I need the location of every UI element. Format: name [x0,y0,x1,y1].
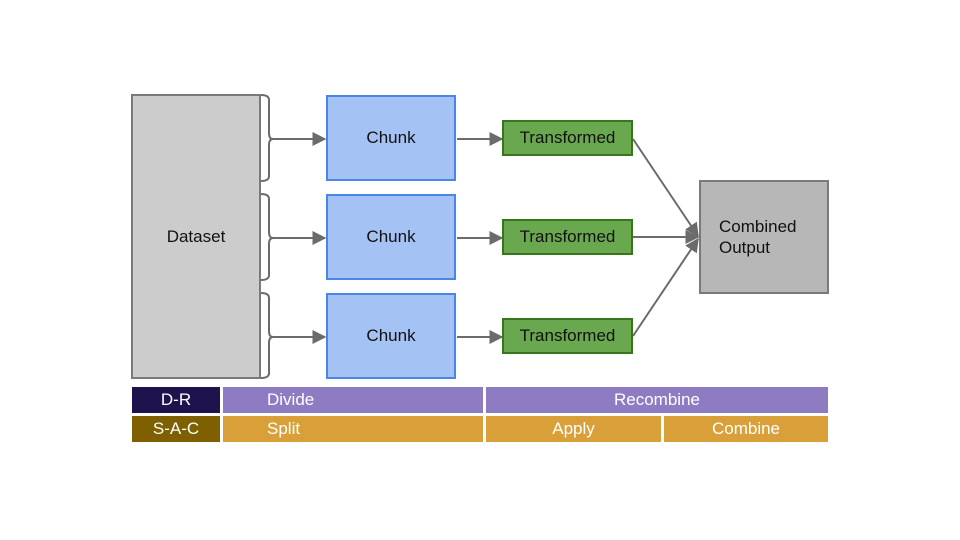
legend-segment-combine: Combine [664,416,828,442]
combined-output-box: Combined Output [699,180,829,294]
chunk-label: Chunk [366,128,416,147]
transformed-label: Transformed [519,227,616,246]
transformed-label: Transformed [519,326,616,345]
transformed-label: Transformed [519,128,616,147]
output-label-line-2: Output [719,238,771,257]
brace-1 [260,94,274,182]
legend-key-dr: D-R [132,387,220,413]
arrow-transformed-output-1 [632,138,699,238]
chunk-label: Chunk [366,227,416,246]
legend-segment-recombine-label: Recombine [614,390,700,409]
legend-segment-apply-label: Apply [552,419,595,438]
legend-segment-combine-label: Combine [711,419,781,438]
chunk-box-1: Chunk [326,95,456,181]
brace-3 [260,292,274,379]
legend-segment-recombine: Recombine [486,387,828,413]
legend-key-sac: S-A-C [132,416,220,442]
legend-segment-divide: Divide [223,387,483,413]
legend-segment-divide-label: Divide [267,390,315,409]
legend-key-sac-label: S-A-C [152,419,200,438]
output-label-line-1: Combined [719,217,797,236]
chunk-box-2: Chunk [326,194,456,280]
legend-segment-split: Split [223,416,483,442]
legend-segment-split-label: Split [267,419,301,438]
legend-segment-apply: Apply [486,416,661,442]
transformed-box-1: Transformed [502,120,633,156]
dataset-label: Dataset [166,226,226,246]
chunk-box-3: Chunk [326,293,456,379]
legend-key-dr-label: D-R [160,390,192,409]
brace-2 [260,193,274,281]
transformed-box-3: Transformed [502,318,633,354]
chunk-label: Chunk [366,326,416,345]
dataset-box: Dataset [131,94,261,379]
transformed-box-2: Transformed [502,219,633,255]
arrow-transformed-output-3 [632,237,699,337]
